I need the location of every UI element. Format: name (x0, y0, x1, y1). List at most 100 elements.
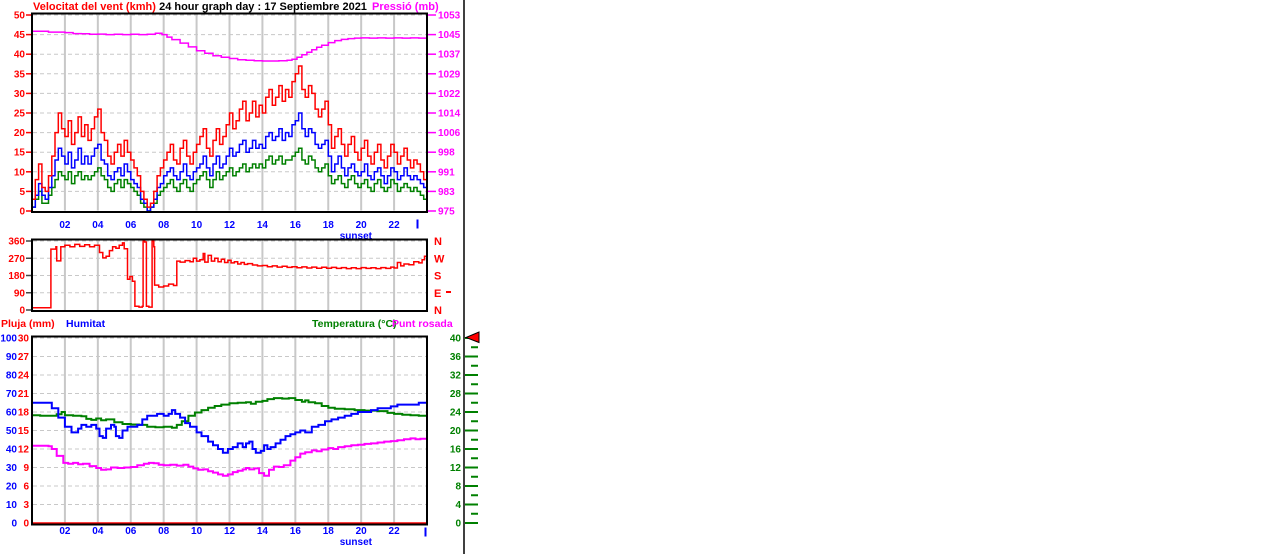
rain-axis-tick-label: 24 (18, 371, 30, 382)
wind-axis-tick-label: 50 (14, 11, 26, 22)
temperature-axis-tick-label: 12 (450, 463, 462, 474)
legend-humidity: Humitat (66, 318, 106, 330)
wind-axis-tick-label: 30 (14, 89, 26, 100)
humidity-axis-tick-label: 10 (6, 500, 18, 511)
humidity-axis-tick-label: 70 (6, 389, 18, 400)
wind-axis-title: Velocitat del vent (kmh) (33, 1, 156, 13)
temperature-axis-tick-label: 20 (450, 426, 462, 437)
temperature-axis-tick-label: 32 (450, 371, 462, 382)
compass-label: S (434, 271, 441, 283)
rain-axis-tick-label: 3 (23, 500, 29, 511)
compass-label: N (434, 305, 442, 317)
x-tick-label: 10 (191, 526, 203, 537)
humidity-axis-tick-label: 20 (6, 482, 18, 493)
pressure-axis-tick-label: 983 (438, 187, 455, 198)
legend-temperature: Temperatura (°C) (312, 318, 397, 330)
temperature-axis-tick-label: 8 (455, 482, 461, 493)
humidity-axis-tick-label: 0 (11, 519, 17, 530)
pressure-axis-tick-label: 991 (438, 167, 455, 178)
rain-axis-tick-label: 27 (18, 352, 30, 363)
compass-label: W (434, 253, 445, 265)
rain-axis-tick-label: 18 (18, 408, 30, 419)
sunset-label: sunset (340, 537, 373, 548)
pressure-axis-title: Pressió (mb) (372, 1, 439, 13)
pressure-axis-tick-label: 998 (438, 148, 455, 159)
wind-axis-tick-label: 40 (14, 50, 26, 61)
direction-axis-tick-label: 360 (8, 237, 25, 248)
weather-graph-window: 50 45 40 35 30 25 20 15 10 5 0 1053 1045 1037 1029 1022… (0, 0, 1280, 554)
wind-axis-tick-label: 45 (14, 30, 26, 41)
rain-axis-tick-label: 9 (23, 463, 29, 474)
wind-axis-tick-label: 25 (14, 109, 26, 120)
end-of-day-mark (424, 527, 427, 537)
x-tick-label: 22 (389, 220, 401, 231)
direction-axis-tick-label: 90 (14, 288, 26, 299)
wind-axis-tick-label: 10 (14, 167, 26, 178)
x-tick-label: 18 (323, 526, 335, 537)
pressure-axis-tick-label: 1006 (438, 128, 461, 139)
x-tick-label: 02 (59, 220, 71, 231)
humidity-axis-tick-label: 30 (6, 463, 18, 474)
wind-axis-tick-label: 5 (19, 187, 25, 198)
pressure-axis-tick-label: 1022 (438, 89, 461, 100)
pressure-axis-tick-label: 1037 (438, 50, 461, 61)
rain-axis-tick-label: 15 (18, 426, 30, 437)
wind-axis-tick-label: 20 (14, 128, 26, 139)
temperature-axis-tick-label: 4 (455, 500, 461, 511)
pressure-axis-tick-label: 975 (438, 207, 455, 218)
x-tick-label: 02 (59, 526, 71, 537)
compass-marker-dash (446, 291, 451, 293)
rain-axis-tick-label: 6 (23, 482, 29, 493)
compass-label: N (434, 236, 442, 248)
direction-axis-tick-label: 270 (8, 254, 25, 265)
humidity-axis-tick-label: 40 (6, 445, 18, 456)
wind-axis-tick-label: 35 (14, 69, 26, 80)
charts-canvas: 5045403530252015105010531045103710291022… (0, 0, 480, 554)
humidity-axis-tick-label: 50 (6, 426, 18, 437)
x-tick-label: 04 (92, 526, 104, 537)
temperature-axis-tick-label: 36 (450, 352, 462, 363)
humidity-axis-tick-label: 80 (6, 371, 18, 382)
x-tick-label: 12 (224, 220, 236, 231)
x-tick-label: 06 (125, 220, 137, 231)
x-tick-label: 20 (356, 220, 368, 231)
x-tick-label: 08 (158, 220, 170, 231)
pressure-axis-tick-label: 1014 (438, 109, 461, 120)
temperature-axis-tick-label: 24 (450, 408, 462, 419)
humidity-axis-tick-label: 60 (6, 408, 18, 419)
x-tick-label: 16 (290, 526, 302, 537)
rain-axis-tick-label: 0 (23, 519, 29, 530)
x-tick-label: 16 (290, 220, 302, 231)
legend-rain: Pluja (mm) (1, 318, 55, 330)
wind-axis-tick-label: 0 (19, 207, 25, 218)
current-value-pointer-icon (464, 331, 480, 344)
end-of-day-mark (416, 219, 419, 229)
rain-axis-tick-label: 21 (18, 389, 30, 400)
x-tick-label: 04 (92, 220, 104, 231)
rain-axis-tick-label: 30 (18, 334, 30, 345)
x-tick-label: 06 (125, 526, 137, 537)
wind-axis-tick-label: 15 (14, 148, 26, 159)
compass-label: E (434, 288, 441, 300)
direction-axis-tick-label: 180 (8, 271, 25, 282)
temperature-axis-tick-label: 40 (450, 334, 462, 345)
x-tick-label: 18 (323, 220, 335, 231)
x-tick-label: 20 (356, 526, 368, 537)
temperature-axis-tick-label: 28 (450, 389, 462, 400)
temperature-axis-tick-label: 16 (450, 445, 462, 456)
x-tick-label: 10 (191, 220, 203, 231)
x-tick-label: 12 (224, 526, 236, 537)
x-tick-label: 08 (158, 526, 170, 537)
x-tick-label: 22 (389, 526, 401, 537)
pressure-axis-tick-label: 1053 (438, 11, 461, 22)
humidity-axis-tick-label: 90 (6, 352, 18, 363)
graph-title: 24 hour graph day : 17 Septiembre 2021 (159, 1, 367, 13)
pressure-axis-tick-label: 1029 (438, 69, 461, 80)
x-tick-label: 14 (257, 220, 269, 231)
rain-axis-tick-label: 12 (18, 445, 30, 456)
direction-axis-tick-label: 0 (19, 306, 25, 317)
humidity-axis-tick-label: 100 (0, 334, 17, 345)
temperature-axis-tick-label: 0 (455, 519, 461, 530)
pressure-axis-tick-label: 1045 (438, 30, 461, 41)
legend-dew-point: Punt rosada (392, 318, 453, 330)
